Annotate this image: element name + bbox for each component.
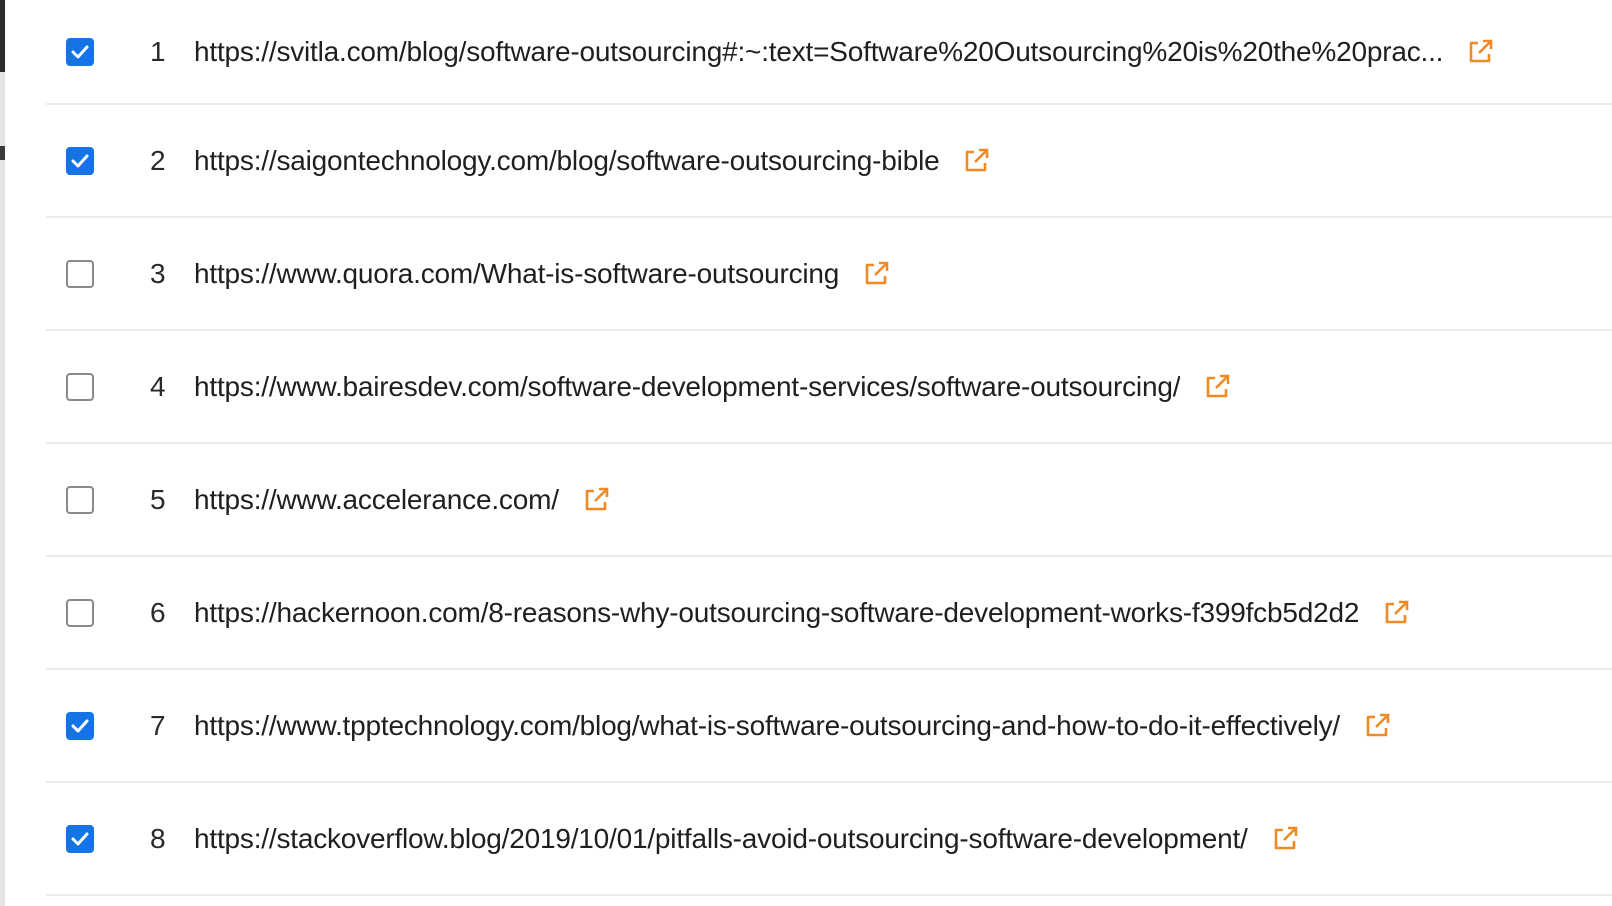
- row-index: 4: [150, 370, 166, 402]
- row-url-link[interactable]: https://www.bairesdev.com/software-devel…: [194, 371, 1180, 403]
- row-index: 8: [150, 822, 166, 854]
- row-index: 3: [150, 257, 166, 289]
- external-link-icon[interactable]: [861, 259, 891, 289]
- external-link-icon[interactable]: [1270, 824, 1300, 854]
- list-item: 8 https://stackoverflow.blog/2019/10/01/…: [46, 783, 1612, 896]
- row-link: https://hackernoon.com/8-reasons-why-out…: [194, 597, 1411, 629]
- list-item: 6 https://hackernoon.com/8-reasons-why-o…: [46, 557, 1612, 670]
- left-edge-scrollbar: [0, 0, 5, 906]
- row-index: 2: [150, 144, 166, 176]
- list-item: 5 https://www.accelerance.com/: [46, 444, 1612, 557]
- row-checkbox[interactable]: [66, 485, 94, 514]
- external-link-icon[interactable]: [581, 485, 611, 515]
- row-link: https://www.bairesdev.com/software-devel…: [194, 371, 1232, 403]
- list-item: 2 https://saigontechnology.com/blog/soft…: [46, 105, 1612, 218]
- external-link-icon[interactable]: [961, 146, 991, 176]
- list-item: 3 https://www.quora.com/What-is-software…: [46, 218, 1612, 331]
- url-list: 1 https://svitla.com/blog/software-outso…: [46, 0, 1612, 896]
- row-checkbox[interactable]: [66, 824, 94, 853]
- list-item: 7 https://www.tpptechnology.com/blog/wha…: [46, 670, 1612, 783]
- row-checkbox[interactable]: [66, 259, 94, 288]
- row-link: https://stackoverflow.blog/2019/10/01/pi…: [194, 823, 1300, 855]
- list-item: 1 https://svitla.com/blog/software-outso…: [46, 0, 1612, 105]
- row-url-link[interactable]: https://svitla.com/blog/software-outsour…: [194, 36, 1443, 68]
- row-url-link[interactable]: https://www.tpptechnology.com/blog/what-…: [194, 710, 1340, 742]
- external-link-icon[interactable]: [1465, 37, 1495, 67]
- row-link: https://www.tpptechnology.com/blog/what-…: [194, 710, 1392, 742]
- row-link: https://saigontechnology.com/blog/softwa…: [194, 145, 991, 177]
- external-link-icon[interactable]: [1362, 711, 1392, 741]
- row-link: https://www.quora.com/What-is-software-o…: [194, 258, 891, 290]
- row-link: https://www.accelerance.com/: [194, 484, 611, 516]
- row-index: 6: [150, 596, 166, 628]
- row-url-link[interactable]: https://www.quora.com/What-is-software-o…: [194, 258, 839, 290]
- row-url-link[interactable]: https://hackernoon.com/8-reasons-why-out…: [194, 597, 1359, 629]
- row-checkbox[interactable]: [66, 711, 94, 740]
- row-checkbox[interactable]: [66, 372, 94, 401]
- row-index: 5: [150, 483, 166, 515]
- row-checkbox[interactable]: [66, 598, 94, 627]
- external-link-icon[interactable]: [1381, 598, 1411, 628]
- row-checkbox[interactable]: [66, 146, 94, 175]
- row-url-link[interactable]: https://stackoverflow.blog/2019/10/01/pi…: [194, 823, 1248, 855]
- row-link: https://svitla.com/blog/software-outsour…: [194, 36, 1495, 68]
- row-checkbox[interactable]: [66, 37, 94, 66]
- external-link-icon[interactable]: [1202, 372, 1232, 402]
- row-index: 7: [150, 709, 166, 741]
- list-item: 4 https://www.bairesdev.com/software-dev…: [46, 331, 1612, 444]
- row-index: 1: [150, 35, 166, 67]
- row-url-link[interactable]: https://www.accelerance.com/: [194, 484, 559, 516]
- row-url-link[interactable]: https://saigontechnology.com/blog/softwa…: [194, 145, 939, 177]
